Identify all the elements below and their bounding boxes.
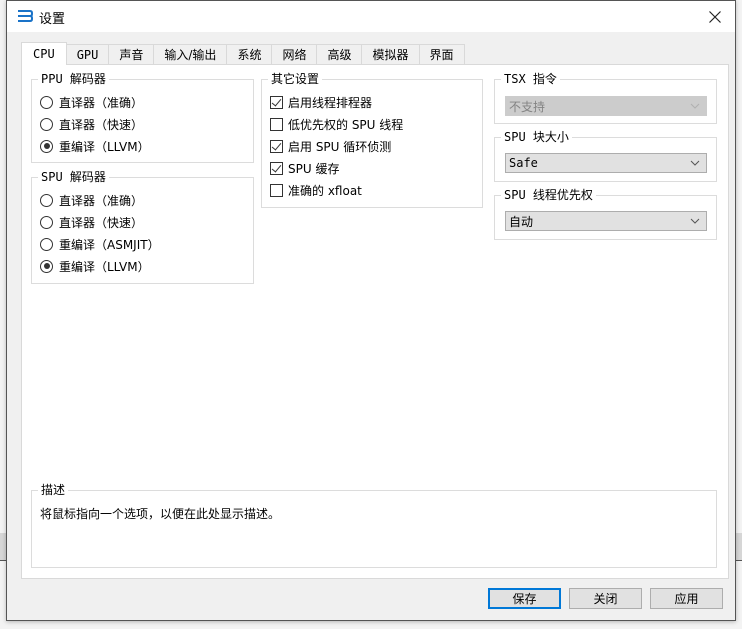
chevron-down-icon: [690, 103, 700, 109]
tab-gpu[interactable]: GPU: [65, 44, 110, 65]
ppu-radio-interpreter-fast[interactable]: 直译器（快速）: [40, 115, 143, 133]
description-title: 描述: [38, 483, 69, 497]
tab-system[interactable]: 系统: [226, 44, 273, 65]
combobox-value: Safe: [509, 156, 538, 170]
spu-block-size-group: SPU 块大小 Safe: [494, 130, 717, 182]
tab-io[interactable]: 输入/输出: [153, 44, 228, 65]
spu-decoder-group: SPU 解码器 直译器（准确） 直译器（快速） 重编译（ASMJIT） 重编译（…: [31, 170, 254, 284]
tab-cpu[interactable]: CPU: [21, 42, 67, 65]
ppu-radio-recompiler-llvm[interactable]: 重编译（LLVM）: [40, 137, 150, 155]
radio-label: 重编译（LLVM）: [59, 259, 150, 274]
other-settings-group: 其它设置 启用线程排程器 低优先权的 SPU 线程 启用 SPU 循环侦测 SP…: [261, 72, 483, 208]
spu-radio-interpreter-fast[interactable]: 直译器（快速）: [40, 213, 143, 231]
settings-dialog: 设置 CPU GPU 声音 输入/输出 系统 网络 高级 模拟器 界面 PPU …: [6, 0, 736, 621]
radio-button-selected[interactable]: [40, 259, 53, 273]
close-button[interactable]: 关闭: [569, 588, 642, 609]
checkbox-low-priority-spu-threads[interactable]: 低优先权的 SPU 线程: [270, 115, 403, 133]
radio-button[interactable]: [40, 117, 53, 131]
checkbox[interactable]: [270, 183, 283, 197]
tab-gui[interactable]: 界面: [418, 44, 465, 65]
tab-emulator[interactable]: 模拟器: [361, 44, 420, 65]
radio-label: 直译器（快速）: [59, 215, 144, 230]
radio-label: 直译器（快速）: [59, 117, 144, 132]
radio-button[interactable]: [40, 95, 53, 109]
checkbox-label: 准确的 xfloat: [288, 183, 362, 198]
tab-network[interactable]: 网络: [271, 44, 318, 65]
checkbox-accurate-xfloat[interactable]: 准确的 xfloat: [270, 181, 362, 199]
chevron-down-icon: [690, 218, 700, 224]
radio-button[interactable]: [40, 215, 53, 229]
other-settings-title: 其它设置: [268, 72, 323, 86]
ppu-decoder-title: PPU 解码器: [38, 72, 109, 86]
checkbox-spu-loop-detection[interactable]: 启用 SPU 循环侦测: [270, 137, 391, 155]
radio-label: 重编译（LLVM）: [59, 139, 150, 154]
radio-button[interactable]: [40, 237, 53, 251]
checkbox-label: 启用线程排程器: [288, 95, 373, 110]
checkbox-spu-cache[interactable]: SPU 缓存: [270, 159, 339, 177]
combobox-value: 自动: [509, 214, 534, 229]
tab-advanced[interactable]: 高级: [316, 44, 363, 65]
radio-button-selected[interactable]: [40, 139, 53, 153]
checkbox-label: SPU 缓存: [288, 161, 340, 176]
radio-label: 直译器（准确）: [59, 193, 144, 208]
tab-audio[interactable]: 声音: [108, 44, 155, 65]
save-button[interactable]: 保存: [488, 588, 561, 609]
apply-button[interactable]: 应用: [650, 588, 723, 609]
ppu-decoder-group: PPU 解码器 直译器（准确） 直译器（快速） 重编译（LLVM）: [31, 72, 254, 163]
spu-thread-priority-group: SPU 线程优先权 自动: [494, 188, 717, 240]
radio-label: 直译器（准确）: [59, 95, 144, 110]
spu-decoder-title: SPU 解码器: [38, 170, 109, 184]
tsx-group: TSX 指令 不支持: [494, 72, 717, 124]
checkbox-checked[interactable]: [270, 95, 283, 109]
checkbox-label: 低优先权的 SPU 线程: [288, 117, 404, 132]
spu-thread-priority-title: SPU 线程优先权: [501, 188, 596, 202]
title-bar[interactable]: 设置: [7, 1, 735, 32]
tsx-combobox: 不支持: [505, 96, 707, 116]
spu-radio-interpreter-precise[interactable]: 直译器（准确）: [40, 191, 143, 209]
window-title: 设置: [39, 12, 66, 27]
spu-radio-recompiler-asmjit[interactable]: 重编译（ASMJIT）: [40, 235, 160, 253]
radio-label: 重编译（ASMJIT）: [59, 237, 160, 252]
spu-block-size-combobox[interactable]: Safe: [505, 153, 707, 173]
cpu-tab-panel: PPU 解码器 直译器（准确） 直译器（快速） 重编译（LLVM） SPU 解码…: [21, 64, 729, 579]
close-icon: [709, 10, 721, 23]
tsx-title: TSX 指令: [501, 72, 560, 86]
checkbox-label: 启用 SPU 循环侦测: [288, 139, 392, 154]
rpcs3-logo-icon: [18, 10, 33, 22]
description-group: 描述 将鼠标指向一个选项，以便在此处显示描述。: [31, 483, 717, 568]
spu-radio-recompiler-llvm[interactable]: 重编译（LLVM）: [40, 257, 150, 275]
description-text: 将鼠标指向一个选项，以便在此处显示描述。: [40, 507, 281, 521]
radio-button[interactable]: [40, 193, 53, 207]
combobox-value: 不支持: [509, 99, 546, 114]
checkbox-checked[interactable]: [270, 139, 283, 153]
checkbox-enable-thread-scheduler[interactable]: 启用线程排程器: [270, 93, 372, 111]
spu-thread-priority-combobox[interactable]: 自动: [505, 211, 707, 231]
ppu-radio-interpreter-precise[interactable]: 直译器（准确）: [40, 93, 143, 111]
chevron-down-icon: [690, 160, 700, 166]
checkbox-checked[interactable]: [270, 161, 283, 175]
checkbox[interactable]: [270, 117, 283, 131]
close-window-button[interactable]: [695, 1, 735, 32]
settings-tabs: CPU GPU 声音 输入/输出 系统 网络 高级 模拟器 界面: [21, 42, 465, 65]
spu-block-size-title: SPU 块大小: [501, 130, 572, 144]
